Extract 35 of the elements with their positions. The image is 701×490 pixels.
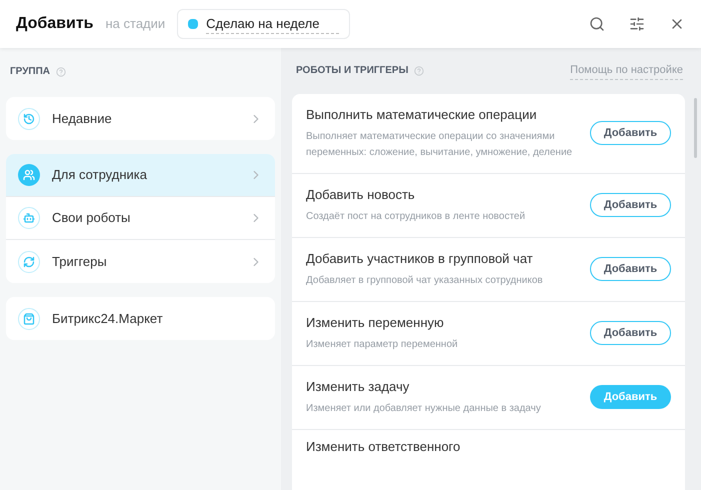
stage-name: Сделаю на неделе [206, 14, 340, 34]
robot-description: Создаёт пост на сотрудников в ленте новостей [306, 210, 526, 224]
stage-selector[interactable]: Сделаю на неделе [177, 9, 350, 39]
refresh-icon [18, 250, 40, 272]
add-button[interactable]: Добавить [590, 193, 671, 217]
header-title: Добавить [16, 14, 94, 34]
bag-icon [18, 308, 40, 330]
people-icon [18, 164, 40, 186]
stage-label: на стадии [106, 15, 166, 34]
robot-title: Изменить переменную [306, 314, 445, 330]
item-label: Триггеры [52, 252, 108, 271]
robot-description: Добавляет в групповой чат указанных сотрудников [306, 274, 544, 288]
search-icon[interactable] [589, 16, 605, 32]
robot-description: Изменяет параметр переменной [306, 338, 459, 352]
robot-title: Добавить участников в групповой чат [306, 250, 534, 266]
scrollbar[interactable] [694, 98, 697, 158]
item-label: Битрикс24.Маркет [52, 310, 164, 328]
group-item[interactable]: Для сотрудника [6, 154, 275, 197]
item-label: Свои роботы [52, 209, 132, 228]
robot-icon [18, 207, 40, 229]
robot-title: Изменить ответственного [306, 438, 462, 454]
history-icon [18, 108, 40, 130]
add-button[interactable]: Добавить [590, 257, 671, 281]
robot-description: Выполняет математические операции со значениями переменных: сложение, вычитание, умножение, деление [306, 130, 574, 160]
main-heading: РОБОТЫ И ТРИГГЕРЫ [296, 64, 408, 78]
sidebar-heading: ГРУППА [10, 65, 50, 79]
item-label: Недавние [52, 110, 113, 128]
add-button[interactable]: Добавить [590, 321, 671, 345]
add-button[interactable]: Добавить [590, 121, 671, 145]
item-label: Для сотрудника [52, 166, 148, 184]
robot-title: Добавить новость [306, 186, 416, 202]
robot-description: Изменяет или добавляет нужные данные в задачу [306, 402, 542, 416]
robot-title: Выполнить математические операции [306, 106, 538, 122]
robot-title: Изменить задачу [306, 378, 410, 394]
settings-icon[interactable] [629, 16, 645, 32]
